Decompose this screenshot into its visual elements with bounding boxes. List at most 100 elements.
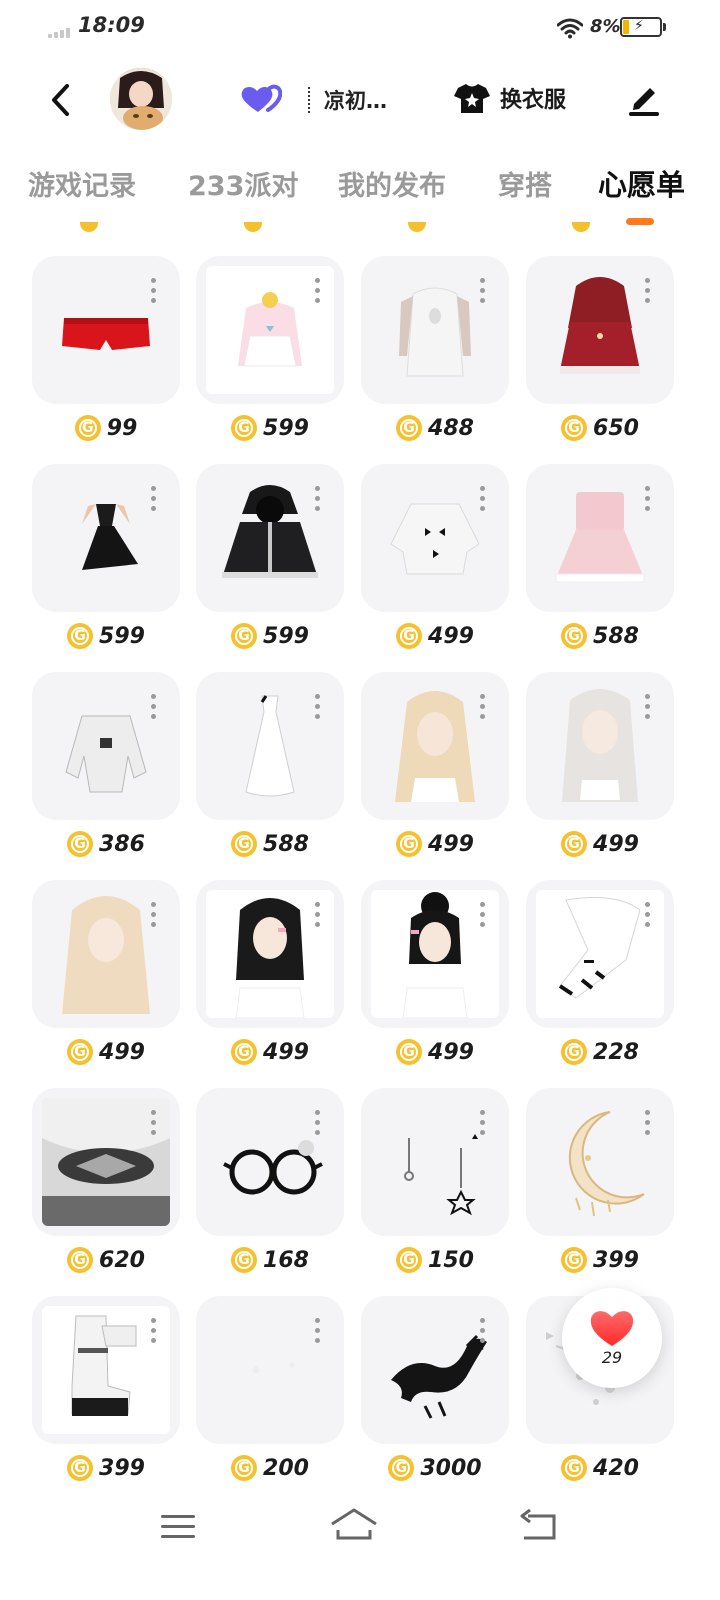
item-price: 499 <box>593 831 639 857</box>
coin-icon <box>561 415 588 441</box>
wishlist-item-card[interactable] <box>526 672 674 820</box>
item-price: 228 <box>593 1039 639 1065</box>
coin-icon <box>231 1039 258 1065</box>
item-price: 599 <box>99 623 145 649</box>
wishlist-item-card[interactable] <box>196 880 344 1028</box>
wishlist-item-card[interactable] <box>196 672 344 820</box>
more-options-icon[interactable] <box>479 1318 485 1346</box>
item-price: 588 <box>593 623 639 649</box>
more-options-icon[interactable] <box>314 1318 320 1346</box>
item-price-row: 386 <box>32 828 180 860</box>
item-price: 150 <box>428 1247 474 1273</box>
wishlist-item-card[interactable] <box>196 256 344 404</box>
wishlist-item-card[interactable] <box>526 880 674 1028</box>
more-options-icon[interactable] <box>479 1110 485 1138</box>
item-price-row: 499 <box>361 828 509 860</box>
item-price: 488 <box>428 415 474 441</box>
item-price: 399 <box>593 1247 639 1273</box>
home-icon[interactable] <box>324 1502 384 1552</box>
wishlist-item-card[interactable] <box>32 256 180 404</box>
wishlist-item-card[interactable] <box>526 256 674 404</box>
item-price-row: 499 <box>361 620 509 652</box>
more-options-icon[interactable] <box>644 278 650 306</box>
wishlist-item-card[interactable] <box>526 464 674 612</box>
more-options-icon[interactable] <box>314 902 320 930</box>
coin-icon <box>231 1247 258 1273</box>
like-count: 29 <box>601 1348 623 1367</box>
more-options-icon[interactable] <box>644 902 650 930</box>
more-options-icon[interactable] <box>150 1110 156 1138</box>
item-price-row: 499 <box>361 1036 509 1068</box>
more-options-icon[interactable] <box>479 486 485 514</box>
more-options-icon[interactable] <box>479 278 485 306</box>
more-options-icon[interactable] <box>314 694 320 722</box>
wishlist-item-card[interactable] <box>32 880 180 1028</box>
item-price: 168 <box>263 1247 309 1273</box>
more-options-icon[interactable] <box>644 1110 650 1138</box>
wishlist-item-card[interactable] <box>361 464 509 612</box>
item-price: 599 <box>263 415 309 441</box>
coin-icon <box>396 1247 423 1273</box>
wishlist-item-card[interactable] <box>526 1088 674 1236</box>
more-options-icon[interactable] <box>479 902 485 930</box>
menu-icon[interactable] <box>148 1502 208 1552</box>
heart-icon <box>590 1311 634 1346</box>
item-price-row: 599 <box>32 620 180 652</box>
coin-icon <box>561 1247 588 1273</box>
more-options-icon[interactable] <box>150 278 156 306</box>
wishlist-item-card[interactable] <box>361 1088 509 1236</box>
item-price: 499 <box>99 1039 145 1065</box>
item-price: 420 <box>593 1455 639 1481</box>
more-options-icon[interactable] <box>150 1318 156 1346</box>
coin-icon <box>67 831 94 857</box>
item-price-row: 620 <box>32 1244 180 1276</box>
wishlist-item-card[interactable] <box>361 1296 509 1444</box>
item-price: 650 <box>593 415 639 441</box>
wishlist-item-card[interactable] <box>196 464 344 612</box>
more-options-icon[interactable] <box>314 278 320 306</box>
more-options-icon[interactable] <box>150 694 156 722</box>
item-price-row: 599 <box>196 412 344 444</box>
wishlist-item-card[interactable] <box>361 672 509 820</box>
coin-icon <box>231 1455 258 1481</box>
item-price: 599 <box>263 623 309 649</box>
more-options-icon[interactable] <box>479 694 485 722</box>
like-button[interactable]: 29 <box>562 1288 662 1388</box>
coin-icon <box>396 415 423 441</box>
item-price-row: 599 <box>196 620 344 652</box>
item-price-row: 499 <box>196 1036 344 1068</box>
wishlist-item-card[interactable] <box>32 464 180 612</box>
item-price-row: 499 <box>526 828 674 860</box>
more-options-icon[interactable] <box>644 694 650 722</box>
item-price: 200 <box>263 1455 309 1481</box>
wishlist-item-card[interactable] <box>361 256 509 404</box>
wishlist-item-card[interactable] <box>196 1088 344 1236</box>
item-price: 499 <box>428 1039 474 1065</box>
coin-icon <box>396 831 423 857</box>
coin-icon <box>67 623 94 649</box>
item-price-row: 228 <box>526 1036 674 1068</box>
item-price-row: 399 <box>526 1244 674 1276</box>
item-price-row: 3000 <box>361 1452 509 1484</box>
wishlist-item-card[interactable] <box>32 1296 180 1444</box>
wishlist-item-card[interactable] <box>196 1296 344 1444</box>
coin-icon <box>561 1039 588 1065</box>
wishlist-item-card[interactable] <box>32 672 180 820</box>
more-options-icon[interactable] <box>150 486 156 514</box>
more-options-icon[interactable] <box>150 902 156 930</box>
coin-icon <box>74 415 101 441</box>
more-options-icon[interactable] <box>644 486 650 514</box>
item-price: 99 <box>106 415 138 441</box>
wishlist-item-card[interactable] <box>361 880 509 1028</box>
more-options-icon[interactable] <box>314 486 320 514</box>
item-price: 620 <box>99 1247 145 1273</box>
wishlist-item-card[interactable] <box>32 1088 180 1236</box>
coin-icon <box>231 623 258 649</box>
more-options-icon[interactable] <box>314 1110 320 1138</box>
coin-icon <box>388 1455 415 1481</box>
item-price-row: 499 <box>32 1036 180 1068</box>
item-price: 386 <box>99 831 145 857</box>
back-nav-icon[interactable] <box>508 1502 568 1552</box>
item-price-row: 99 <box>32 412 180 444</box>
coin-icon <box>396 623 423 649</box>
